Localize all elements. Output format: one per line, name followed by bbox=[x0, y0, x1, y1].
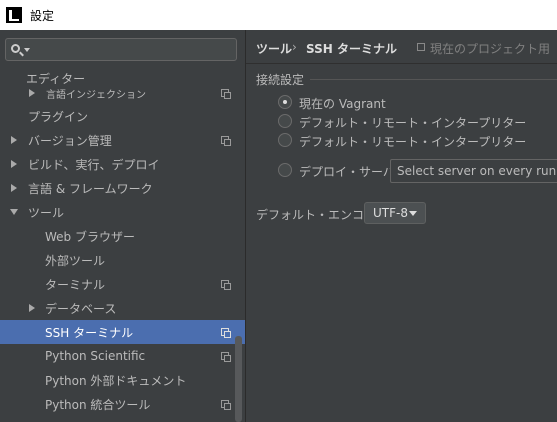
radio-label[interactable]: デフォルト・リモート・インタープリター bbox=[299, 133, 526, 150]
chevron-down-icon bbox=[409, 211, 417, 216]
tree-item-database[interactable]: データベース bbox=[0, 296, 245, 320]
project-scope-icon bbox=[221, 400, 231, 410]
section-divider bbox=[310, 79, 557, 80]
radio-vagrant[interactable] bbox=[278, 95, 292, 109]
server-select-value: Select server on every run bbox=[397, 164, 557, 178]
chevron-down-icon[interactable] bbox=[24, 48, 30, 52]
search-input[interactable] bbox=[32, 41, 232, 58]
tree-item-label: Web ブラウザー bbox=[45, 229, 135, 244]
breadcrumb: ツール › SSH ターミナル 現在のプロジェクト用 bbox=[246, 30, 557, 64]
tree-item-python-scientific[interactable]: Python Scientific bbox=[0, 344, 245, 368]
tree-item-python-external-docs[interactable]: Python 外部ドキュメント bbox=[0, 368, 245, 392]
tree-item-editor[interactable]: エディター bbox=[0, 70, 245, 86]
project-scope-icon bbox=[221, 352, 231, 362]
expand-arrow-icon[interactable] bbox=[11, 136, 17, 144]
tree-item-languages-frameworks[interactable]: 言語 & フレームワーク bbox=[0, 176, 245, 200]
tree-item-label: プラグイン bbox=[28, 109, 89, 124]
tree-item-external-tools[interactable]: 外部ツール bbox=[0, 248, 245, 272]
radio-default-remote-1[interactable] bbox=[278, 114, 292, 128]
search-box[interactable] bbox=[5, 38, 237, 61]
breadcrumb-parent: ツール bbox=[256, 42, 293, 56]
tree-item-label: SSH ターミナル bbox=[45, 325, 134, 340]
tree-item-label: 外部ツール bbox=[45, 253, 106, 268]
settings-sidebar: エディター 言語インジェクション プラグイン バージョン管理 ビルド、実行、デプ… bbox=[0, 30, 245, 422]
title-bar: 設定 bbox=[0, 0, 557, 30]
tree-item-build-run-deploy[interactable]: ビルド、実行、デプロイ bbox=[0, 152, 245, 176]
project-scope-icon bbox=[221, 280, 231, 290]
window-title: 設定 bbox=[30, 8, 55, 23]
tree-item-label: Python Scientific bbox=[45, 349, 146, 363]
project-scope-icon bbox=[221, 136, 231, 146]
tree-item-ssh-terminal[interactable]: SSH ターミナル bbox=[0, 320, 245, 344]
tree-item-version-control[interactable]: バージョン管理 bbox=[0, 128, 245, 152]
project-scope-icon bbox=[417, 43, 425, 51]
expand-arrow-icon[interactable] bbox=[11, 160, 17, 168]
radio-default-remote-2[interactable] bbox=[278, 133, 292, 147]
radio-label[interactable]: 現在の Vagrant bbox=[299, 95, 386, 112]
tree-item-web-browsers[interactable]: Web ブラウザー bbox=[0, 224, 245, 248]
expand-arrow-icon[interactable] bbox=[29, 304, 35, 312]
server-select[interactable]: Select server on every run bbox=[390, 159, 557, 183]
tree-item-label: ターミナル bbox=[45, 277, 106, 292]
tree-item-python-integrated-tools[interactable]: Python 統合ツール bbox=[0, 392, 245, 416]
tree-item-label: 言語インジェクション bbox=[46, 90, 146, 101]
radio-label[interactable]: デフォルト・リモート・インタープリター bbox=[299, 114, 526, 131]
tree-item-label: Python 統合ツール bbox=[45, 397, 151, 412]
tree-item-label: ツール bbox=[28, 205, 65, 220]
project-scope-icon bbox=[221, 328, 231, 338]
collapse-arrow-icon[interactable] bbox=[10, 209, 18, 215]
tree-item-label: 言語 & フレームワーク bbox=[28, 181, 153, 196]
settings-content: ツール › SSH ターミナル 現在のプロジェクト用 接続設定 現在の Vagr… bbox=[246, 30, 557, 422]
encoding-value: UTF-8 bbox=[373, 206, 408, 220]
tree-item-label: エディター bbox=[26, 71, 86, 86]
tree-item-plugins[interactable]: プラグイン bbox=[0, 104, 245, 128]
expand-arrow-icon[interactable] bbox=[11, 184, 17, 192]
tree-item-label: Python 外部ドキュメント bbox=[45, 373, 187, 388]
project-scope-icon bbox=[221, 89, 231, 99]
encoding-select[interactable]: UTF-8 bbox=[364, 202, 426, 224]
breadcrumb-separator: › bbox=[292, 40, 297, 54]
tree-item-label: バージョン管理 bbox=[28, 133, 112, 148]
section-title: 接続設定 bbox=[256, 73, 305, 87]
app-icon bbox=[6, 7, 22, 23]
sidebar-scrollbar[interactable] bbox=[235, 336, 242, 422]
tree-item-label: データベース bbox=[45, 301, 117, 316]
tree-item-label: ビルド、実行、デプロイ bbox=[28, 157, 160, 172]
breadcrumb-current: SSH ターミナル bbox=[306, 42, 397, 56]
scope-label: 現在のプロジェクト用 bbox=[430, 42, 551, 56]
search-icon[interactable] bbox=[11, 44, 20, 53]
expand-arrow-icon[interactable] bbox=[29, 89, 35, 97]
tree-item-tools[interactable]: ツール bbox=[0, 200, 245, 224]
tree-item-language-injection[interactable]: 言語インジェクション bbox=[0, 86, 245, 101]
radio-deploy-server[interactable] bbox=[278, 163, 292, 177]
tree-item-terminal[interactable]: ターミナル bbox=[0, 272, 245, 296]
